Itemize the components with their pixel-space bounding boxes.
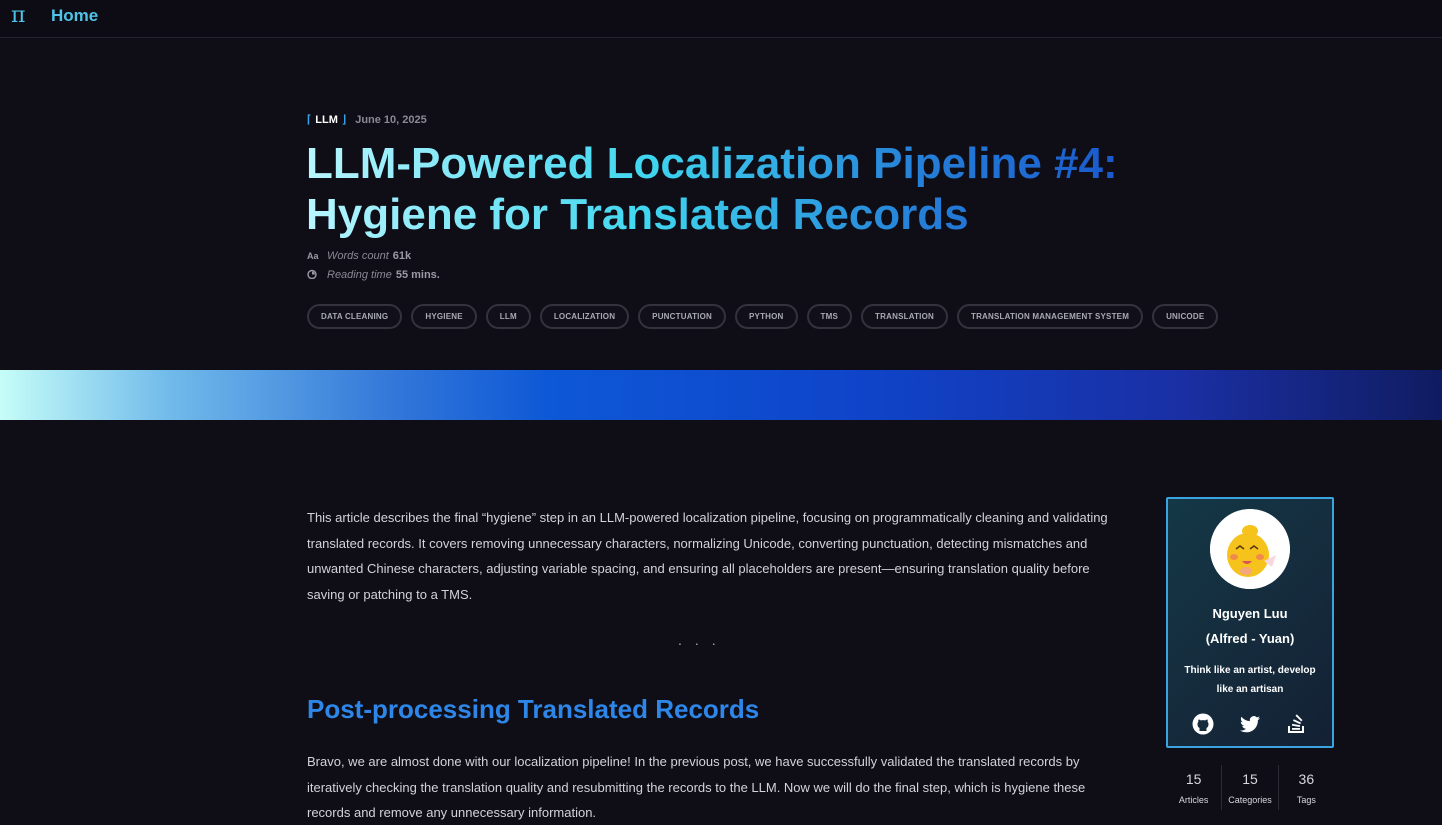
count-categories[interactable]: 15 Categories [1222, 765, 1279, 810]
count-tags-value: 36 [1298, 771, 1315, 787]
social-links [1168, 713, 1332, 735]
site-counts: 15 Articles 15 Categories 36 Tags [1166, 765, 1334, 810]
stackoverflow-icon[interactable] [1286, 713, 1308, 735]
reading-time-row: Reading time 55 mins. [307, 265, 440, 284]
tag-unicode[interactable]: UNICODE [1152, 304, 1219, 329]
words-count-value: 61k [392, 249, 412, 262]
font-size-icon: Aa [307, 250, 319, 261]
bracket-left: ⌈ [307, 114, 312, 126]
words-count-row: Aa Words count 61k [307, 246, 440, 265]
tag-translation[interactable]: TRANSLATION [861, 304, 948, 329]
gradient-banner [0, 370, 1442, 420]
count-tags[interactable]: 36 Tags [1279, 765, 1334, 810]
words-count-label: Words count [327, 249, 389, 262]
section-separator: ... [678, 632, 729, 648]
reading-time-value: 55 mins. [395, 268, 440, 281]
post-title-line-1: LLM-Powered Localization Pipeline #4: [306, 139, 1118, 188]
post-meta: ⌈ LLM ⌋ June 10, 2025 [307, 113, 427, 127]
count-categories-value: 15 [1242, 771, 1258, 787]
github-icon[interactable] [1192, 713, 1214, 735]
count-categories-label: Categories [1228, 795, 1272, 805]
body-paragraph: Bravo, we are almost done with our local… [307, 754, 1086, 820]
tag-hygiene[interactable]: HYGIENE [411, 304, 477, 329]
category-link[interactable]: LLM [315, 114, 338, 126]
count-articles[interactable]: 15 Articles [1166, 765, 1223, 810]
site-logo[interactable]: π [11, 3, 25, 28]
intro-paragraph: This article describes the final “hygien… [307, 510, 1108, 602]
bracket-right: ⌋ [341, 114, 347, 126]
section-heading[interactable]: Post-processing Translated Records [307, 694, 759, 725]
post-title: LLM-Powered Localization Pipeline #4: Hy… [306, 138, 1206, 240]
count-tags-label: Tags [1296, 795, 1316, 805]
post-stats: Aa Words count 61k Reading time 55 mins. [307, 246, 440, 284]
tag-punctuation[interactable]: PUNCTUATION [638, 304, 726, 329]
article-intro: This article describes the final “hygien… [307, 505, 1122, 607]
tag-localization[interactable]: LOCALIZATION [539, 304, 630, 329]
author-motto: Think like an artist, develop like an ar… [1184, 665, 1316, 695]
tag-translation-management-system[interactable]: TRANSLATION MANAGEMENT SYSTEM [956, 304, 1144, 329]
twitter-icon[interactable] [1239, 713, 1261, 735]
post-title-line-2: Hygiene for Translated Records [306, 190, 969, 239]
author-name: Nguyen Luu [1212, 606, 1288, 621]
tag-list: DATA CLEANING HYGIENE LLM LOCALIZATION P… [307, 304, 1227, 329]
tag-llm[interactable]: LLM [485, 304, 531, 329]
article-body: Bravo, we are almost done with our local… [307, 749, 1122, 825]
count-articles-value: 15 [1185, 771, 1202, 787]
count-articles-label: Articles [1178, 795, 1209, 805]
top-nav: π Home [0, 0, 1442, 38]
nav-home-link[interactable]: Home [51, 6, 98, 26]
stopwatch-icon [307, 269, 321, 281]
tag-tms[interactable]: TMS [806, 304, 853, 329]
reading-time-label: Reading time [327, 268, 392, 281]
tag-python[interactable]: PYTHON [735, 304, 798, 329]
author-alias: (Alfred - Yuan) [1205, 631, 1295, 646]
author-card: Nguyen Luu (Alfred - Yuan) Think like an… [1166, 497, 1334, 748]
avatar[interactable] [1210, 509, 1290, 589]
post-date: June 10, 2025 [355, 113, 427, 126]
tag-data-cleaning[interactable]: DATA CLEANING [307, 304, 403, 329]
